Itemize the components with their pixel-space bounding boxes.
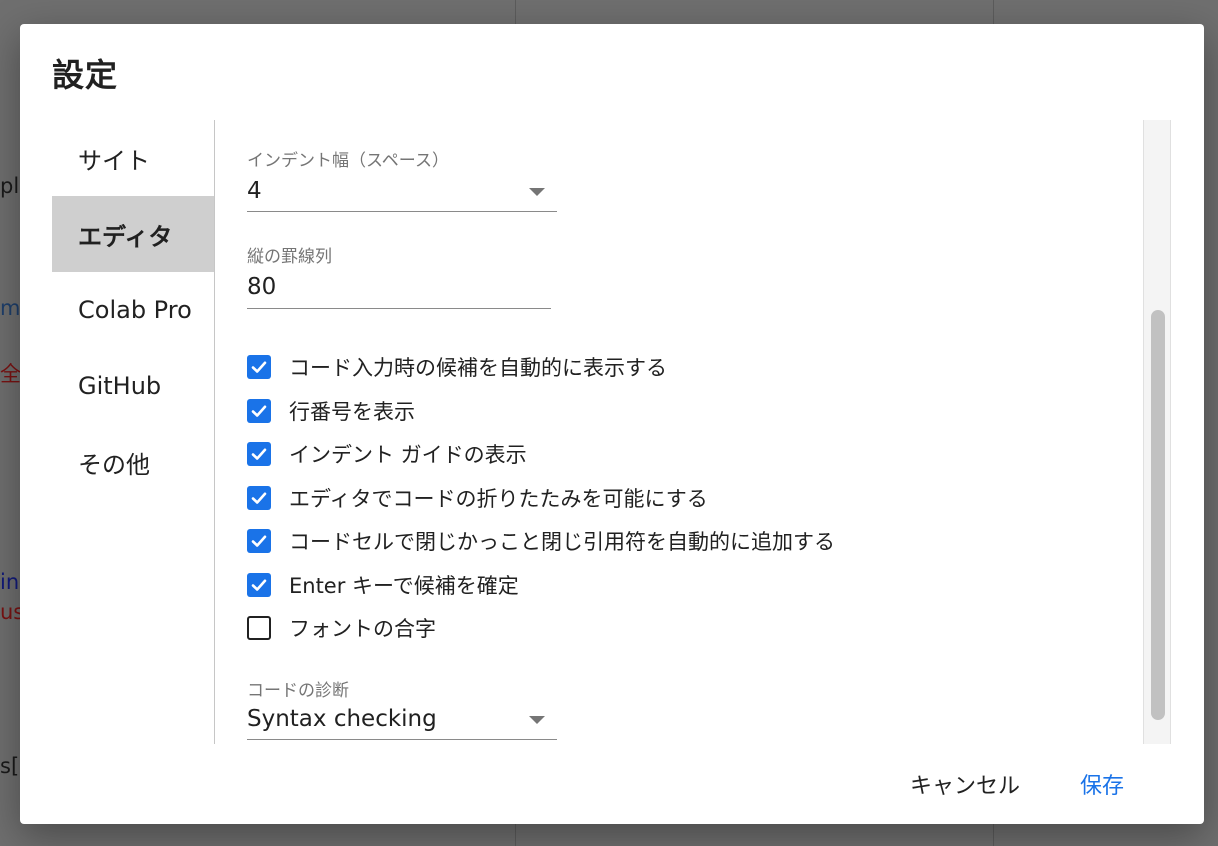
checkbox-checked-icon[interactable] [247, 442, 271, 466]
indent-width-select[interactable]: 4 [247, 170, 557, 212]
dropdown-arrow-icon [529, 188, 545, 196]
background-text: m [0, 296, 21, 320]
settings-dialog: 設定 サイト エディタ Colab Pro GitHub その他 インデント幅（… [20, 24, 1204, 824]
dropdown-arrow-icon [529, 716, 545, 724]
scrollbar-thumb[interactable] [1151, 310, 1165, 720]
checkbox-auto-close-brackets[interactable]: コードセルで閉じかっこと閉じ引用符を自動的に追加する [247, 523, 835, 559]
nav-item-colab-pro[interactable]: Colab Pro [52, 272, 214, 348]
dialog-title: 設定 [52, 56, 119, 94]
scrollbar-track[interactable] [1143, 120, 1171, 744]
checkbox-font-ligatures[interactable]: フォントの合字 [247, 610, 436, 646]
checkbox-label: エディタでコードの折りたたみを可能にする [289, 487, 708, 511]
indent-width-label: インデント幅（スペース） [247, 151, 449, 171]
background-text: pl [0, 174, 20, 198]
checkbox-checked-icon[interactable] [247, 486, 271, 510]
checkbox-enter-accept[interactable]: Enter キーで候補を確定 [247, 567, 519, 603]
ruler-column-label: 縦の罫線列 [247, 247, 332, 267]
indent-width-value: 4 [247, 177, 262, 204]
checkbox-checked-icon[interactable] [247, 573, 271, 597]
cancel-button[interactable]: キャンセル [896, 762, 1034, 806]
checkbox-label: インデント ガイドの表示 [289, 443, 527, 467]
save-button[interactable]: 保存 [1066, 762, 1138, 806]
checkbox-line-numbers[interactable]: 行番号を表示 [247, 393, 415, 429]
checkbox-label: コード入力時の候補を自動的に表示する [289, 356, 667, 380]
checkbox-checked-icon[interactable] [247, 399, 271, 423]
checkbox-label: 行番号を表示 [289, 400, 415, 424]
editor-settings-panel: インデント幅（スペース） 4 縦の罫線列 コード入力時の候補を自動的に表示する … [215, 120, 1143, 744]
nav-item-other[interactable]: その他 [52, 424, 214, 500]
background-text: in [0, 570, 20, 594]
checkbox-unchecked-icon[interactable] [247, 616, 271, 640]
checkbox-checked-icon[interactable] [247, 529, 271, 553]
checkbox-code-folding[interactable]: エディタでコードの折りたたみを可能にする [247, 480, 708, 516]
checkbox-indent-guides[interactable]: インデント ガイドの表示 [247, 436, 527, 472]
checkbox-label: Enter キーで候補を確定 [289, 574, 519, 598]
nav-item-github[interactable]: GitHub [52, 348, 214, 424]
nav-item-editor[interactable]: エディタ [52, 196, 214, 272]
diagnostics-value: Syntax checking [247, 705, 437, 732]
checkbox-label: フォントの合字 [289, 617, 436, 641]
checkbox-autocomplete[interactable]: コード入力時の候補を自動的に表示する [247, 349, 667, 385]
settings-nav: サイト エディタ Colab Pro GitHub その他 [52, 120, 214, 744]
background-text: s[ [0, 754, 20, 778]
diagnostics-select[interactable]: Syntax checking [247, 698, 557, 740]
ruler-column-input[interactable] [247, 266, 551, 309]
checkbox-checked-icon[interactable] [247, 355, 271, 379]
nav-item-site[interactable]: サイト [52, 120, 214, 196]
checkbox-label: コードセルで閉じかっこと閉じ引用符を自動的に追加する [289, 530, 835, 554]
